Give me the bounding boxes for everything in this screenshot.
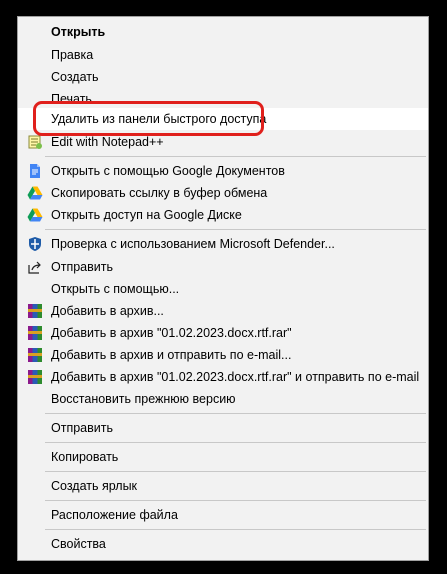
winrar-icon <box>27 303 43 319</box>
menu-separator <box>45 471 426 472</box>
menu-item-label: Добавить в архив... <box>51 304 164 318</box>
menu-separator <box>45 529 426 530</box>
highlight-annotation <box>33 101 264 136</box>
menu-item-copy[interactable]: Копировать <box>18 446 428 468</box>
menu-separator <box>45 500 426 501</box>
share-icon <box>27 259 43 275</box>
menu-item-label: Открыть доступ на Google Диске <box>51 208 242 222</box>
menu-item-file-location[interactable]: Расположение файла <box>18 504 428 526</box>
menu-item-label: Создать ярлык <box>51 479 138 493</box>
menu-item-share[interactable]: Отправить <box>18 256 428 278</box>
menu-item-open-with[interactable]: Открыть с помощью... <box>18 278 428 300</box>
menu-item-properties[interactable]: Свойства <box>18 533 428 555</box>
google-drive-icon <box>27 207 43 223</box>
menu-item-archive-and-email[interactable]: Добавить в архив и отправить по e-mail..… <box>18 344 428 366</box>
menu-separator <box>45 413 426 414</box>
menu-item-label: Отправить <box>51 421 113 435</box>
menu-item-label: Добавить в архив "01.02.2023.docx.rtf.ra… <box>51 370 420 384</box>
context-menu: Открыть Правка Создать Печать Удалить из… <box>17 16 429 561</box>
menu-item-label: Проверка с использованием Microsoft Defe… <box>51 237 335 251</box>
menu-item-open-google-docs[interactable]: Открыть с помощью Google Документов <box>18 160 428 182</box>
menu-item-label: Расположение файла <box>51 508 178 522</box>
menu-item-label: Отправить <box>51 260 113 274</box>
menu-separator <box>45 156 426 157</box>
google-drive-icon <box>27 185 43 201</box>
notepadpp-icon <box>27 134 43 150</box>
menu-item-send-to[interactable]: Отправить <box>18 417 428 439</box>
menu-separator <box>45 229 426 230</box>
menu-item-open[interactable]: Открыть <box>18 21 428 43</box>
menu-item-label: Открыть <box>51 25 106 39</box>
winrar-icon <box>27 347 43 363</box>
shield-icon <box>27 236 43 252</box>
menu-item-create-shortcut[interactable]: Создать ярлык <box>18 475 428 497</box>
menu-item-restore-previous-version[interactable]: Восстановить прежнюю версию <box>18 388 428 410</box>
menu-item-share-google-drive[interactable]: Открыть доступ на Google Диске <box>18 204 428 226</box>
menu-item-defender-scan[interactable]: Проверка с использованием Microsoft Defe… <box>18 233 428 255</box>
menu-item-label: Добавить в архив и отправить по e-mail..… <box>51 348 292 362</box>
menu-item-label: Скопировать ссылку в буфер обмена <box>51 186 268 200</box>
menu-item-label: Восстановить прежнюю версию <box>51 392 236 406</box>
menu-item-copy-link[interactable]: Скопировать ссылку в буфер обмена <box>18 182 428 204</box>
menu-item-label: Открыть с помощью Google Документов <box>51 164 285 178</box>
menu-item-label: Копировать <box>51 450 119 464</box>
menu-item-add-to-named-archive[interactable]: Добавить в архив "01.02.2023.docx.rtf.ra… <box>18 322 428 344</box>
menu-item-create[interactable]: Создать <box>18 66 428 88</box>
winrar-icon <box>27 325 43 341</box>
winrar-icon <box>27 369 43 385</box>
menu-item-label: Свойства <box>51 537 106 551</box>
google-docs-icon <box>27 163 43 179</box>
menu-item-named-archive-and-email[interactable]: Добавить в архив "01.02.2023.docx.rtf.ra… <box>18 366 428 388</box>
menu-item-label: Добавить в архив "01.02.2023.docx.rtf.ra… <box>51 326 292 340</box>
menu-item-label: Создать <box>51 70 99 84</box>
menu-item-edit[interactable]: Правка <box>18 44 428 66</box>
menu-item-add-to-archive[interactable]: Добавить в архив... <box>18 300 428 322</box>
menu-separator <box>45 442 426 443</box>
menu-item-label: Правка <box>51 48 94 62</box>
menu-item-label: Открыть с помощью... <box>51 282 180 296</box>
